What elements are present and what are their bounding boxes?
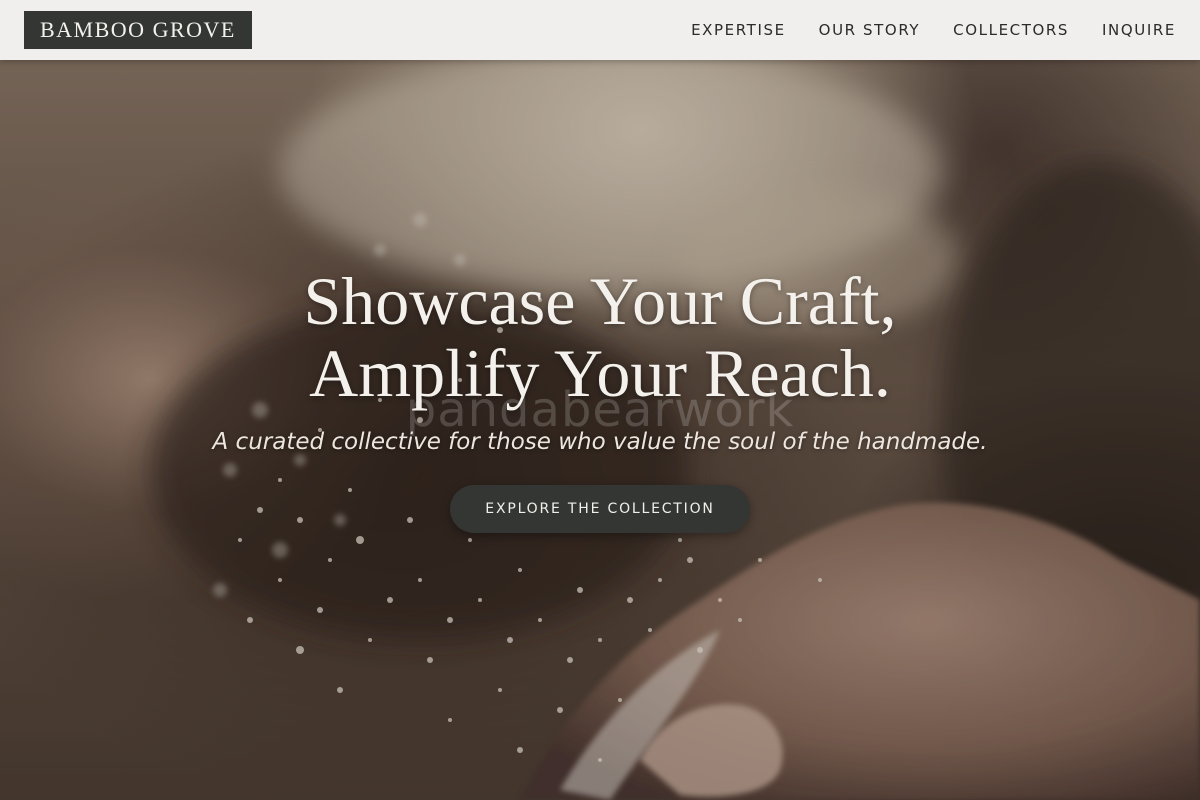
main-nav: EXPERTISE OUR STORY COLLECTORS INQUIRE	[658, 21, 1176, 39]
hero-title: Showcase Your Craft, Amplify Your Reach.	[0, 265, 1200, 409]
nav-link-collectors[interactable]: COLLECTORS	[953, 21, 1069, 39]
nav-link-expertise[interactable]: EXPERTISE	[691, 21, 786, 39]
brand-logo[interactable]: BAMBOO GROVE	[24, 11, 252, 49]
nav-link-our-story[interactable]: OUR STORY	[819, 21, 921, 39]
site-header: BAMBOO GROVE EXPERTISE OUR STORY COLLECT…	[0, 0, 1200, 60]
hero-title-line-1: Showcase Your Craft,	[303, 263, 897, 339]
hero-subtitle: A curated collective for those who value…	[212, 429, 988, 455]
landing-page: BAMBOO GROVE EXPERTISE OUR STORY COLLECT…	[0, 0, 1200, 800]
hero-section: Showcase Your Craft, Amplify Your Reach.…	[0, 265, 1200, 533]
nav-link-inquire[interactable]: INQUIRE	[1102, 21, 1176, 39]
hero-title-line-2: Amplify Your Reach.	[309, 335, 891, 411]
explore-collection-button[interactable]: EXPLORE THE COLLECTION	[450, 485, 750, 533]
